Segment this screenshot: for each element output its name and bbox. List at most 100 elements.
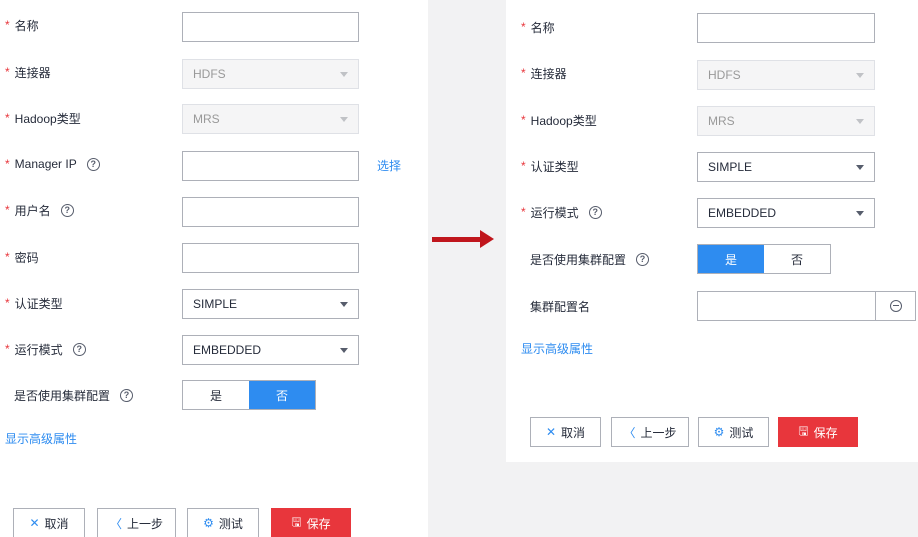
chevron-down-icon bbox=[856, 73, 864, 78]
toggle-option-yes[interactable]: 是 bbox=[698, 245, 764, 273]
gear-icon: ⚙ bbox=[713, 425, 725, 439]
chevron-left-icon: 〈 bbox=[623, 425, 636, 440]
chevron-down-icon bbox=[340, 348, 348, 353]
required-mark: * bbox=[5, 157, 10, 171]
label-text: 认证类型 bbox=[530, 159, 579, 174]
left-manager-ip-label: * Manager IP ? bbox=[5, 156, 100, 172]
left-username-input[interactable] bbox=[182, 197, 359, 227]
required-mark: * bbox=[5, 65, 10, 79]
chevron-left-icon: 〈 bbox=[109, 516, 122, 531]
left-auth-type-select[interactable]: SIMPLE bbox=[182, 289, 359, 319]
label-text: 用户名 bbox=[14, 203, 51, 218]
close-icon: ✕ bbox=[29, 516, 40, 530]
left-manager-ip-input[interactable] bbox=[182, 151, 359, 181]
toggle-option-no[interactable]: 否 bbox=[764, 245, 830, 273]
button-label: 取消 bbox=[44, 516, 69, 531]
left-run-mode-select[interactable]: EMBEDDED bbox=[182, 335, 359, 365]
label-text: 是否使用集群配置 bbox=[14, 388, 111, 403]
left-prev-button[interactable]: 〈 上一步 bbox=[97, 508, 176, 537]
right-run-mode-label: * 运行模式 ? bbox=[521, 204, 602, 220]
gear-icon: ⚙ bbox=[203, 516, 214, 530]
right-show-advanced-link[interactable]: 显示高级属性 bbox=[521, 340, 593, 357]
required-mark: * bbox=[5, 296, 10, 310]
left-show-advanced-link[interactable]: 显示高级属性 bbox=[5, 430, 77, 447]
chevron-down-icon bbox=[856, 165, 864, 170]
left-name-label: * 名称 bbox=[5, 17, 39, 33]
button-label: 保存 bbox=[306, 516, 331, 531]
label-text: 连接器 bbox=[530, 66, 567, 81]
required-mark: * bbox=[521, 20, 526, 34]
left-connector-label: * 连接器 bbox=[5, 64, 51, 80]
button-label: 测试 bbox=[729, 425, 754, 440]
help-icon[interactable]: ? bbox=[588, 205, 602, 219]
left-cancel-button[interactable]: ✕ 取消 bbox=[13, 508, 85, 537]
left-use-cluster-config-toggle[interactable]: 是 否 bbox=[182, 380, 316, 410]
left-test-button[interactable]: ⚙ 测试 bbox=[187, 508, 259, 537]
required-mark: * bbox=[521, 66, 526, 80]
left-username-label: * 用户名 ? bbox=[5, 202, 74, 218]
button-label: 取消 bbox=[561, 425, 586, 440]
required-mark: * bbox=[5, 111, 10, 125]
help-icon[interactable]: ? bbox=[60, 203, 74, 217]
left-auth-type-label: * 认证类型 bbox=[5, 295, 63, 311]
chevron-down-icon bbox=[340, 302, 348, 307]
required-mark: * bbox=[5, 18, 10, 32]
left-hadoop-type-select[interactable]: MRS bbox=[182, 104, 359, 134]
select-value: SIMPLE bbox=[193, 297, 238, 311]
right-test-button[interactable]: ⚙ 测试 bbox=[698, 417, 769, 447]
right-cancel-button[interactable]: ✕ 取消 bbox=[530, 417, 601, 447]
required-mark: * bbox=[521, 159, 526, 173]
button-label: 上一步 bbox=[127, 516, 164, 531]
select-value: HDFS bbox=[708, 68, 741, 82]
right-name-input[interactable] bbox=[697, 13, 875, 43]
label-text: 密码 bbox=[14, 250, 39, 265]
label-text: 连接器 bbox=[14, 65, 51, 80]
chevron-down-icon bbox=[340, 72, 348, 77]
required-mark: * bbox=[5, 203, 10, 217]
chevron-down-icon bbox=[340, 117, 348, 122]
left-save-button[interactable]: 🖫 保存 bbox=[271, 508, 351, 537]
chevron-down-icon bbox=[856, 119, 864, 124]
right-connector-select[interactable]: HDFS bbox=[697, 60, 875, 90]
left-connector-select[interactable]: HDFS bbox=[182, 59, 359, 89]
left-name-input[interactable] bbox=[182, 12, 359, 42]
label-text: Manager IP bbox=[14, 157, 77, 171]
toggle-option-no[interactable]: 否 bbox=[249, 381, 315, 409]
select-value: SIMPLE bbox=[708, 160, 753, 174]
right-use-cluster-config-label: 是否使用集群配置 ? bbox=[530, 251, 650, 267]
right-save-button[interactable]: 🖫 保存 bbox=[778, 417, 858, 447]
help-icon[interactable]: ? bbox=[86, 157, 100, 171]
remove-cluster-config-button[interactable] bbox=[876, 291, 916, 321]
right-cluster-config-name-input[interactable] bbox=[697, 291, 876, 321]
select-value: MRS bbox=[708, 114, 735, 128]
left-password-input[interactable] bbox=[182, 243, 359, 273]
right-auth-type-select[interactable]: SIMPLE bbox=[697, 152, 875, 182]
toggle-option-yes[interactable]: 是 bbox=[183, 381, 249, 409]
right-run-mode-select[interactable]: EMBEDDED bbox=[697, 198, 875, 228]
right-name-label: * 名称 bbox=[521, 19, 555, 35]
help-icon[interactable]: ? bbox=[120, 388, 134, 402]
manager-ip-select-link[interactable]: 选择 bbox=[377, 157, 401, 174]
button-label: 上一步 bbox=[640, 425, 677, 440]
label-text: 运行模式 bbox=[530, 205, 579, 220]
right-cluster-config-name-label: 集群配置名 bbox=[530, 298, 590, 314]
required-mark: * bbox=[5, 342, 10, 356]
label-text: 运行模式 bbox=[14, 342, 63, 357]
right-prev-button[interactable]: 〈 上一步 bbox=[611, 417, 689, 447]
save-icon: 🖫 bbox=[291, 514, 302, 529]
left-password-label: * 密码 bbox=[5, 249, 39, 265]
label-text: 认证类型 bbox=[14, 296, 63, 311]
select-value: EMBEDDED bbox=[708, 206, 777, 220]
select-value: HDFS bbox=[193, 67, 226, 81]
select-value: EMBEDDED bbox=[193, 343, 262, 357]
chevron-down-icon bbox=[856, 211, 864, 216]
help-icon[interactable]: ? bbox=[636, 252, 650, 266]
select-value: MRS bbox=[193, 112, 220, 126]
label-text: Hadoop类型 bbox=[530, 113, 597, 128]
right-use-cluster-config-toggle[interactable]: 是 否 bbox=[697, 244, 831, 274]
right-hadoop-type-select[interactable]: MRS bbox=[697, 106, 875, 136]
help-icon[interactable]: ? bbox=[72, 342, 86, 356]
label-text: Hadoop类型 bbox=[14, 111, 81, 126]
label-text: 名称 bbox=[14, 18, 39, 33]
button-label: 测试 bbox=[218, 516, 243, 531]
